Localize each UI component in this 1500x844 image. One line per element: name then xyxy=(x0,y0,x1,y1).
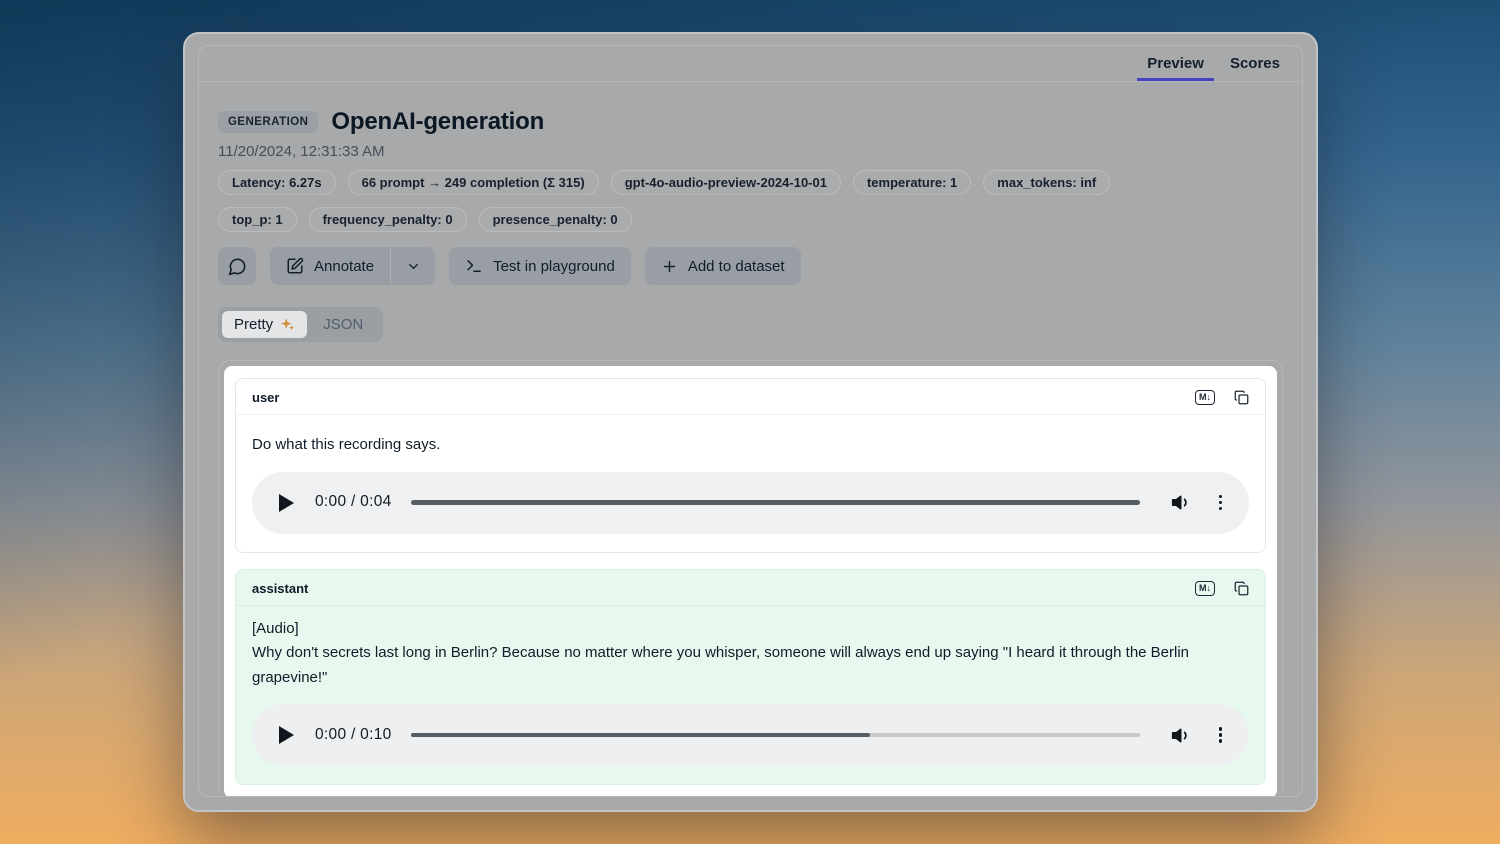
pretty-label: Pretty xyxy=(234,316,273,333)
params-badge-row: top_p: 1 frequency_penalty: 0 presence_p… xyxy=(218,207,1283,232)
sparkles-icon xyxy=(280,317,295,332)
frequency-penalty-badge: frequency_penalty: 0 xyxy=(309,207,467,232)
temperature-badge: temperature: 1 xyxy=(853,170,971,195)
tab-scores[interactable]: Scores xyxy=(1220,46,1290,81)
role-label: assistant xyxy=(252,581,308,596)
audio-time: 0:00 / 0:10 xyxy=(315,723,392,748)
user-audio-player: 0:00 / 0:04 xyxy=(252,472,1249,534)
model-badge: gpt-4o-audio-preview-2024-10-01 xyxy=(611,170,841,195)
terminal-icon xyxy=(465,257,483,275)
volume-icon[interactable] xyxy=(1171,725,1192,746)
view-toggle: Pretty JSON xyxy=(218,307,383,342)
assistant-text-line1: [Audio] xyxy=(252,617,1249,642)
plus-icon xyxy=(661,258,678,275)
action-toolbar: Annotate Test in playground xyxy=(218,247,1283,285)
assistant-audio-player: 0:00 / 0:10 xyxy=(252,704,1249,766)
audio-buffered-bar xyxy=(411,500,1140,505)
toggle-pretty[interactable]: Pretty xyxy=(222,311,307,338)
presence-penalty-badge: presence_penalty: 0 xyxy=(479,207,632,232)
user-header-icons: M↓ xyxy=(1195,390,1249,405)
assistant-header-icons: M↓ xyxy=(1195,581,1249,596)
chevron-down-icon xyxy=(406,259,421,274)
speech-bubble-icon xyxy=(228,257,247,276)
user-message-body: Do what this recording says. 0:00 / 0:04 xyxy=(236,415,1265,552)
test-in-playground-button[interactable]: Test in playground xyxy=(449,247,631,285)
io-preview-frame: user M↓ Do what this recording says. xyxy=(218,360,1283,796)
audio-menu-icon[interactable] xyxy=(1217,493,1225,513)
copy-icon[interactable] xyxy=(1234,581,1249,596)
tab-scores-label: Scores xyxy=(1230,55,1280,72)
timestamp: 11/20/2024, 12:31:33 AM xyxy=(218,143,1283,160)
tab-bar: Preview Scores xyxy=(199,46,1302,82)
toggle-json[interactable]: JSON xyxy=(307,311,379,338)
test-in-playground-label: Test in playground xyxy=(493,258,615,275)
latency-badge: Latency: 6.27s xyxy=(218,170,336,195)
assistant-message-card: assistant M↓ [Audio] Why don xyxy=(235,569,1266,786)
assistant-message-header: assistant M↓ xyxy=(236,570,1265,606)
annotate-split-button: Annotate xyxy=(270,247,435,285)
generation-panel: Preview Scores GENERATION OpenAI-generat… xyxy=(198,45,1303,797)
title-row: GENERATION OpenAI-generation xyxy=(218,108,1283,136)
audio-seekbar[interactable] xyxy=(411,500,1140,505)
max-tokens-badge: max_tokens: inf xyxy=(983,170,1110,195)
tab-preview-label: Preview xyxy=(1147,55,1204,72)
play-icon[interactable] xyxy=(279,494,294,512)
assistant-message-body: [Audio] Why don't secrets last long in B… xyxy=(236,606,1265,785)
tab-preview[interactable]: Preview xyxy=(1137,46,1214,81)
comment-button[interactable] xyxy=(218,247,256,285)
markdown-toggle-icon[interactable]: M↓ xyxy=(1195,390,1215,405)
audio-menu-icon[interactable] xyxy=(1217,725,1225,745)
token-usage-badge: 66 prompt → 249 completion (Σ 315) xyxy=(348,170,599,195)
annotate-button[interactable]: Annotate xyxy=(270,247,390,285)
annotate-label: Annotate xyxy=(314,258,374,275)
json-label: JSON xyxy=(323,316,363,333)
view-toggle-row: Pretty JSON xyxy=(218,285,1283,342)
add-to-dataset-button[interactable]: Add to dataset xyxy=(645,247,801,285)
audio-buffered-bar xyxy=(411,733,870,738)
role-label: user xyxy=(252,390,279,405)
page-title: OpenAI-generation xyxy=(331,108,544,136)
volume-icon[interactable] xyxy=(1171,492,1192,513)
markdown-toggle-icon[interactable]: M↓ xyxy=(1195,581,1215,596)
pen-square-icon xyxy=(286,257,304,275)
generation-content: GENERATION OpenAI-generation 11/20/2024,… xyxy=(199,82,1302,796)
user-message-card: user M↓ Do what this recording says. xyxy=(235,378,1266,553)
observation-type-badge: GENERATION xyxy=(218,111,318,133)
copy-icon[interactable] xyxy=(1234,390,1249,405)
assistant-message-text: [Audio] Why don't secrets last long in B… xyxy=(252,617,1249,691)
audio-seekbar[interactable] xyxy=(411,733,1140,738)
trace-detail-window: Preview Scores GENERATION OpenAI-generat… xyxy=(183,32,1318,812)
user-message-header: user M↓ xyxy=(236,379,1265,415)
user-message-text: Do what this recording says. xyxy=(252,433,1249,458)
metrics-badge-row: Latency: 6.27s 66 prompt → 249 completio… xyxy=(218,170,1283,195)
assistant-text-line2: Why don't secrets last long in Berlin? B… xyxy=(252,641,1249,690)
play-icon[interactable] xyxy=(279,726,294,744)
messages-panel: user M↓ Do what this recording says. xyxy=(224,366,1277,796)
top-p-badge: top_p: 1 xyxy=(218,207,297,232)
annotate-dropdown-toggle[interactable] xyxy=(390,247,435,285)
add-to-dataset-label: Add to dataset xyxy=(688,258,785,275)
audio-time: 0:00 / 0:04 xyxy=(315,490,392,515)
